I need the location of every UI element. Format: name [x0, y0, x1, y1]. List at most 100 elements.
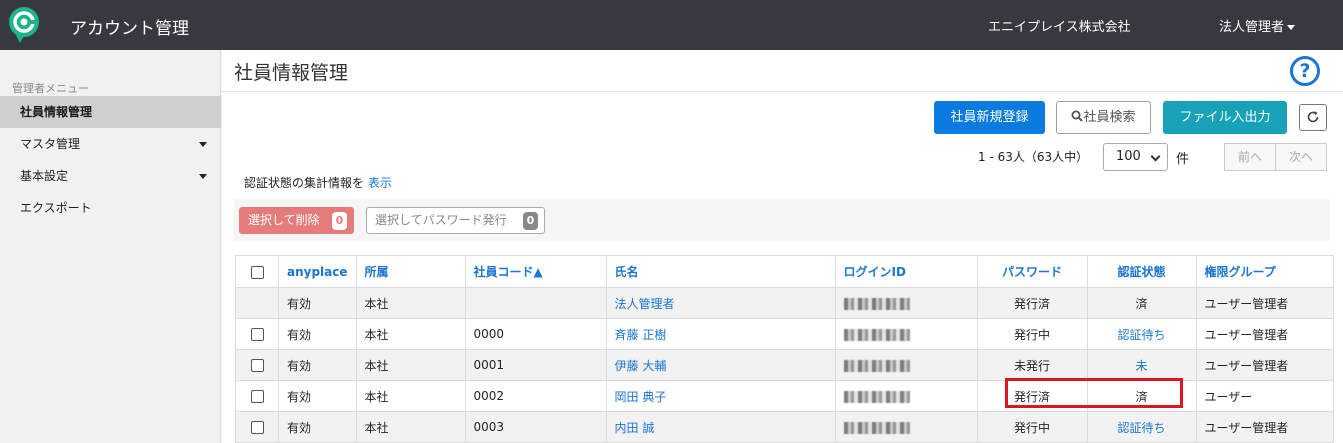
- next-page-button[interactable]: 次へ: [1275, 143, 1327, 171]
- cell-name: 内田 誠: [605, 411, 836, 443]
- row-checkbox[interactable]: [250, 359, 264, 372]
- cell-anyplace: 有効: [278, 287, 357, 319]
- cell-password: 未発行: [976, 349, 1088, 381]
- cell-name: 伊藤 大輔: [605, 349, 836, 381]
- cell-login-id: [834, 349, 978, 381]
- per-page-select[interactable]: 100: [1103, 143, 1168, 171]
- sidebar-heading: 管理者メニュー: [12, 82, 89, 95]
- table-row: 有効 本社 0001 伊藤 大輔 未発行 未 ユーザー管理者: [235, 349, 1334, 381]
- sidebar-item-export[interactable]: エクスポート: [0, 192, 221, 224]
- masked-login-id: [843, 359, 910, 372]
- sidebar: 管理者メニュー 社員情報管理 マスタ管理 基本設定 エクスポート: [0, 50, 221, 443]
- cell-name: 岡田 典子: [605, 380, 836, 412]
- sidebar-item-basic-settings[interactable]: 基本設定: [0, 160, 221, 192]
- row-checkbox[interactable]: [250, 421, 264, 434]
- employee-name-link[interactable]: 斉藤 正樹: [615, 328, 667, 342]
- row-checkbox[interactable]: [250, 390, 264, 403]
- column-header-dept[interactable]: 所属: [355, 255, 466, 288]
- caret-down-icon: [199, 142, 207, 147]
- bulk-delete-label: 選択して削除: [248, 213, 320, 227]
- cell-auth: 認証待ち: [1086, 318, 1197, 350]
- bulk-password-button[interactable]: 選択してパスワード発行 0: [366, 207, 545, 234]
- employee-name-link[interactable]: 法人管理者: [615, 297, 675, 311]
- row-select-cell: [235, 287, 279, 319]
- new-employee-button[interactable]: 社員新規登録: [934, 101, 1045, 134]
- prev-page-button[interactable]: 前へ: [1224, 143, 1276, 171]
- bulk-action-bar: 選択して削除 0 選択してパスワード発行 0: [234, 199, 1330, 241]
- bulk-password-count-badge: 0: [523, 212, 538, 230]
- column-header-group[interactable]: 権限グループ: [1195, 255, 1334, 288]
- employee-search-button[interactable]: 社員検索: [1056, 101, 1151, 134]
- row-select-cell: [235, 318, 279, 350]
- per-page-unit: 件: [1176, 152, 1190, 167]
- table-row: 有効 本社 0002 岡田 典子 発行済 済 ユーザー: [235, 380, 1334, 412]
- sidebar-item-label: エクスポート: [20, 201, 92, 215]
- auth-summary: 認証状態の集計情報を 表示: [244, 174, 392, 191]
- column-header-code[interactable]: 社員コード▲: [464, 255, 607, 288]
- table-row: 有効 本社 0003 内田 誠 発行中 認証待ち ユーザー管理者: [235, 411, 1334, 443]
- pagination-info: 1 - 63人（63人中）: [978, 150, 1089, 164]
- employee-name-link[interactable]: 岡田 典子: [615, 390, 667, 404]
- chevron-down-icon: [1150, 151, 1161, 162]
- row-checkbox[interactable]: [250, 328, 264, 341]
- app-logo-icon: [9, 7, 39, 43]
- auth-summary-show-link[interactable]: 表示: [368, 176, 392, 190]
- cell-anyplace: 有効: [278, 411, 357, 443]
- column-header-anyplace[interactable]: anyplace: [278, 255, 357, 288]
- refresh-button[interactable]: [1299, 104, 1327, 131]
- caret-down-icon: [1287, 25, 1296, 30]
- bulk-delete-button[interactable]: 選択して削除 0: [239, 207, 354, 234]
- cell-login-id: [834, 287, 978, 319]
- search-icon: [1071, 110, 1084, 122]
- cell-dept: 本社: [355, 349, 466, 381]
- page-title: 社員情報管理: [234, 62, 349, 84]
- company-name: エニイプレイス株式会社: [988, 20, 1131, 35]
- help-icon[interactable]: ?: [1290, 56, 1320, 86]
- cell-group: ユーザー管理者: [1195, 411, 1334, 443]
- column-header-login-id[interactable]: ログインID: [834, 255, 978, 288]
- cell-password: 発行済: [976, 287, 1088, 319]
- row-select-cell: [235, 349, 279, 381]
- file-io-button[interactable]: ファイル入出力: [1163, 101, 1287, 134]
- sidebar-item-label: 社員情報管理: [20, 105, 93, 119]
- employee-search-label: 社員検索: [1083, 110, 1136, 125]
- table-header-row: anyplace 所属 社員コード▲ 氏名 ログインID パスワード 認証状態 …: [235, 255, 1334, 288]
- cell-login-id: [834, 411, 978, 443]
- cell-group: ユーザー管理者: [1195, 349, 1334, 381]
- sidebar-item-master[interactable]: マスタ管理: [0, 128, 221, 160]
- column-header-password[interactable]: パスワード: [976, 255, 1088, 288]
- user-menu-label: 法人管理者: [1219, 20, 1285, 35]
- column-header-name[interactable]: 氏名: [605, 255, 836, 288]
- auth-status-link[interactable]: 認証待ち: [1118, 328, 1166, 342]
- employee-name-link[interactable]: 伊藤 大輔: [615, 359, 667, 373]
- cell-login-id: [834, 380, 978, 412]
- cell-code: 0001: [464, 349, 607, 381]
- cell-auth: 未: [1086, 349, 1197, 381]
- cell-dept: 本社: [355, 380, 466, 412]
- employee-table: anyplace 所属 社員コード▲ 氏名 ログインID パスワード 認証状態 …: [235, 255, 1334, 443]
- cell-anyplace: 有効: [278, 318, 357, 350]
- sidebar-item-employee-info[interactable]: 社員情報管理: [0, 96, 221, 128]
- refresh-icon: [1307, 111, 1319, 123]
- column-header-auth[interactable]: 認証状態: [1086, 255, 1197, 288]
- masked-login-id: [843, 297, 910, 310]
- user-menu[interactable]: 法人管理者: [1219, 16, 1296, 35]
- auth-status-link[interactable]: 未: [1136, 359, 1148, 373]
- employee-name-link[interactable]: 内田 誠: [615, 421, 655, 435]
- table-row: 有効 本社 法人管理者 発行済 済 ユーザー管理者: [235, 287, 1334, 319]
- cell-name: 法人管理者: [605, 287, 836, 319]
- auth-status-link[interactable]: 認証待ち: [1118, 421, 1166, 435]
- bulk-password-label: 選択してパスワード発行: [375, 213, 507, 227]
- cell-code: [464, 287, 607, 319]
- cell-password: 発行中: [976, 318, 1088, 350]
- cell-code: 0000: [464, 318, 607, 350]
- cell-code: 0003: [464, 411, 607, 443]
- caret-down-icon: [199, 174, 207, 179]
- cell-auth: 済: [1086, 287, 1197, 319]
- masked-login-id: [843, 328, 910, 341]
- cell-auth: 済: [1086, 380, 1197, 412]
- select-all-cell: [235, 255, 279, 288]
- cell-dept: 本社: [355, 287, 466, 319]
- cell-login-id: [834, 318, 978, 350]
- select-all-checkbox[interactable]: [250, 265, 264, 279]
